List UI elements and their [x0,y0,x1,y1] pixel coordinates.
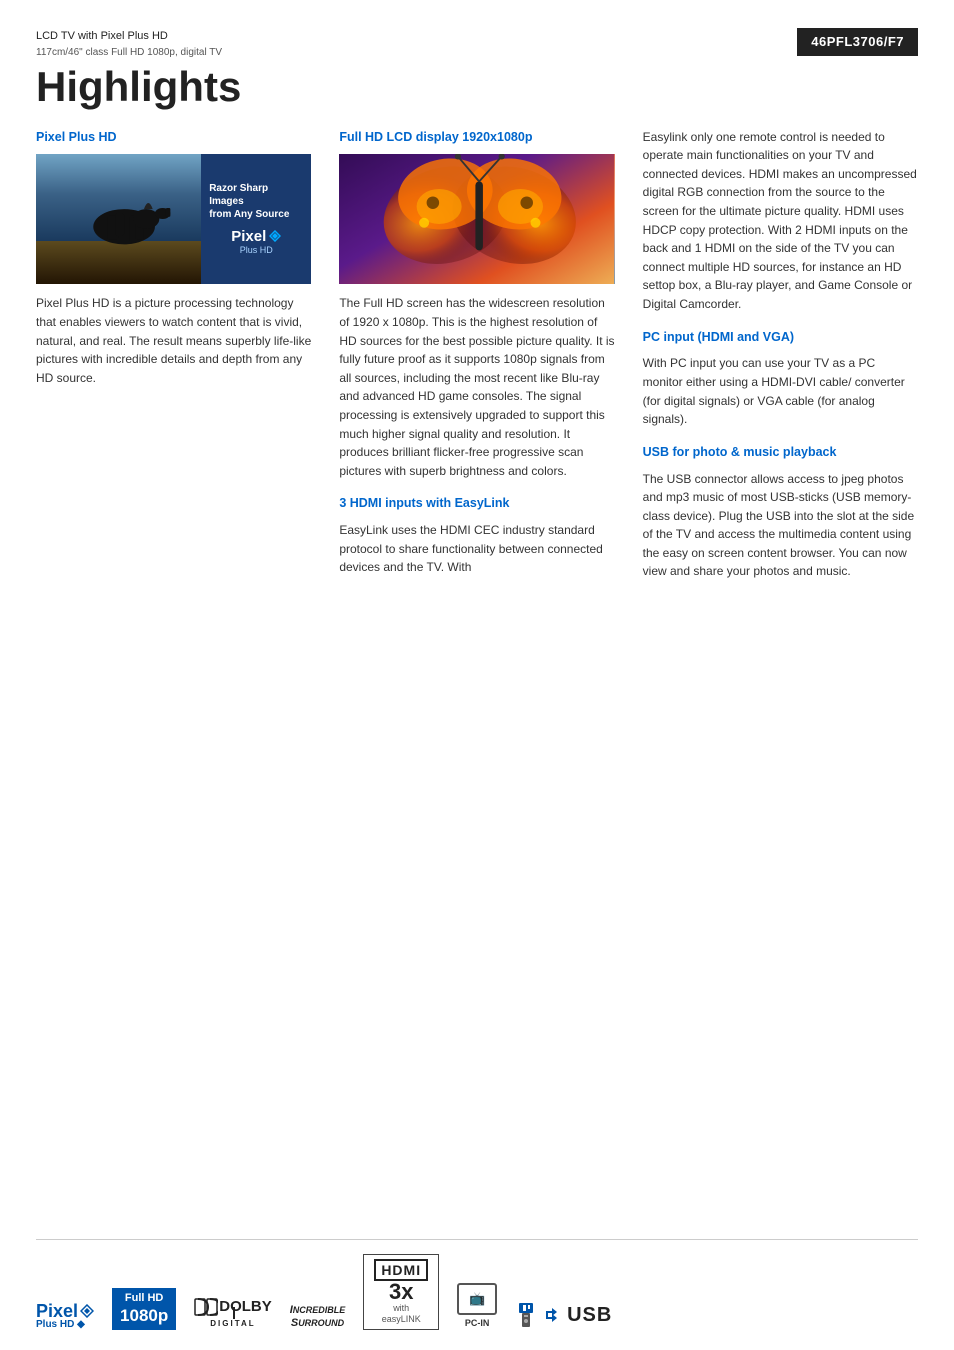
pixel-diamond-badge-icon [80,1304,94,1318]
hdmi-logo-text: HDMI [374,1259,428,1282]
product-title: LCD TV with Pixel Plus HD [36,28,222,45]
usb-device-icon [515,1301,537,1329]
full-hd-body: The Full HD screen has the widescreen re… [339,294,614,480]
pixel-plus-hd-sub: Plus HD [240,244,273,258]
usb-plug-icon [515,1301,537,1329]
hdmi-easylink-text: witheasyLINK [382,1303,421,1325]
col-full-hd: Full HD LCD display 1920x1080p [339,128,614,595]
pixel-plus-brand-panel: Razor Sharp Images from Any Source Pixel… [201,154,311,284]
pixel-horse-image [36,154,201,284]
dolby-bar [233,1307,235,1319]
page-title: Highlights [36,64,918,110]
full-hd-badge: Full HD1080p [112,1288,176,1330]
col-pixel-plus: Pixel Plus HD [36,128,311,595]
header-left: LCD TV with Pixel Plus HD 117cm/46" clas… [36,28,222,60]
pixel-diamond-icon [269,230,281,242]
pixel-logo: Pixel [231,229,266,244]
usb-arrows-icon [543,1306,561,1324]
footer-badges: Pixel Plus HD ◆ Full HD1080p [36,1239,918,1330]
hdmi-count-text: 3x [389,1281,413,1303]
tv-icon: 📺 [457,1283,497,1315]
incredible-surround-label: INCREDIBLESURROUND [290,1304,346,1330]
pixel-image-text: Razor Sharp Images from Any Source [209,182,303,221]
page: LCD TV with Pixel Plus HD 117cm/46" clas… [0,0,954,1350]
pc-input-body: With PC input you can use your TV as a P… [643,354,918,428]
tv-icon-symbol: 📺 [469,1289,485,1309]
hdmi-body-cont: Easylink only one remote control is need… [643,128,918,314]
col-right: Easylink only one remote control is need… [643,128,918,595]
pixel-plus-image: Razor Sharp Images from Any Source Pixel… [36,154,311,284]
section-title-usb: USB for photo & music playback [643,443,918,462]
usb-body: The USB connector allows access to jpeg … [643,470,918,582]
section-title-hdmi: 3 HDMI inputs with EasyLink [339,494,614,513]
section-title-pc: PC input (HDMI and VGA) [643,328,918,347]
badge-dolby: DOLBY DIGITAL [194,1296,272,1331]
section-title-full-hd: Full HD LCD display 1920x1080p [339,128,614,147]
product-subtitle: 117cm/46" class Full HD 1080p, digital T… [36,45,222,60]
dolby-sub-label: DIGITAL [210,1318,255,1330]
pixel-plus-body: Pixel Plus HD is a picture processing te… [36,294,311,387]
full-hd-image [339,154,614,284]
model-badge: 46PFL3706/F7 [797,28,918,56]
pixel-plus-hd-footer-label: Plus HD ◆ [36,1320,85,1330]
header: LCD TV with Pixel Plus HD 117cm/46" clas… [36,28,918,60]
badge-hdmi: HDMI 3x witheasyLINK [363,1254,439,1330]
badge-usb: USB [515,1300,612,1330]
section-title-pixel-plus: Pixel Plus HD [36,128,311,147]
badge-pc-in: 📺 PC-IN [457,1283,497,1331]
dolby-double-d-icon [194,1297,218,1317]
content-grid: Pixel Plus HD [36,128,918,595]
usb-text-label: USB [567,1300,612,1330]
pixel-badge-text: Pixel [36,1302,78,1320]
usb-icon-group: USB [515,1300,612,1330]
badge-incredible-surround: INCREDIBLESURROUND [290,1304,346,1330]
pc-in-label: PC-IN [465,1317,490,1331]
badge-pixel-plus-hd: Pixel Plus HD ◆ [36,1302,94,1330]
badge-full-hd: Full HD1080p [112,1288,176,1330]
hdmi-body-start: EasyLink uses the HDMI CEC industry stan… [339,521,614,577]
